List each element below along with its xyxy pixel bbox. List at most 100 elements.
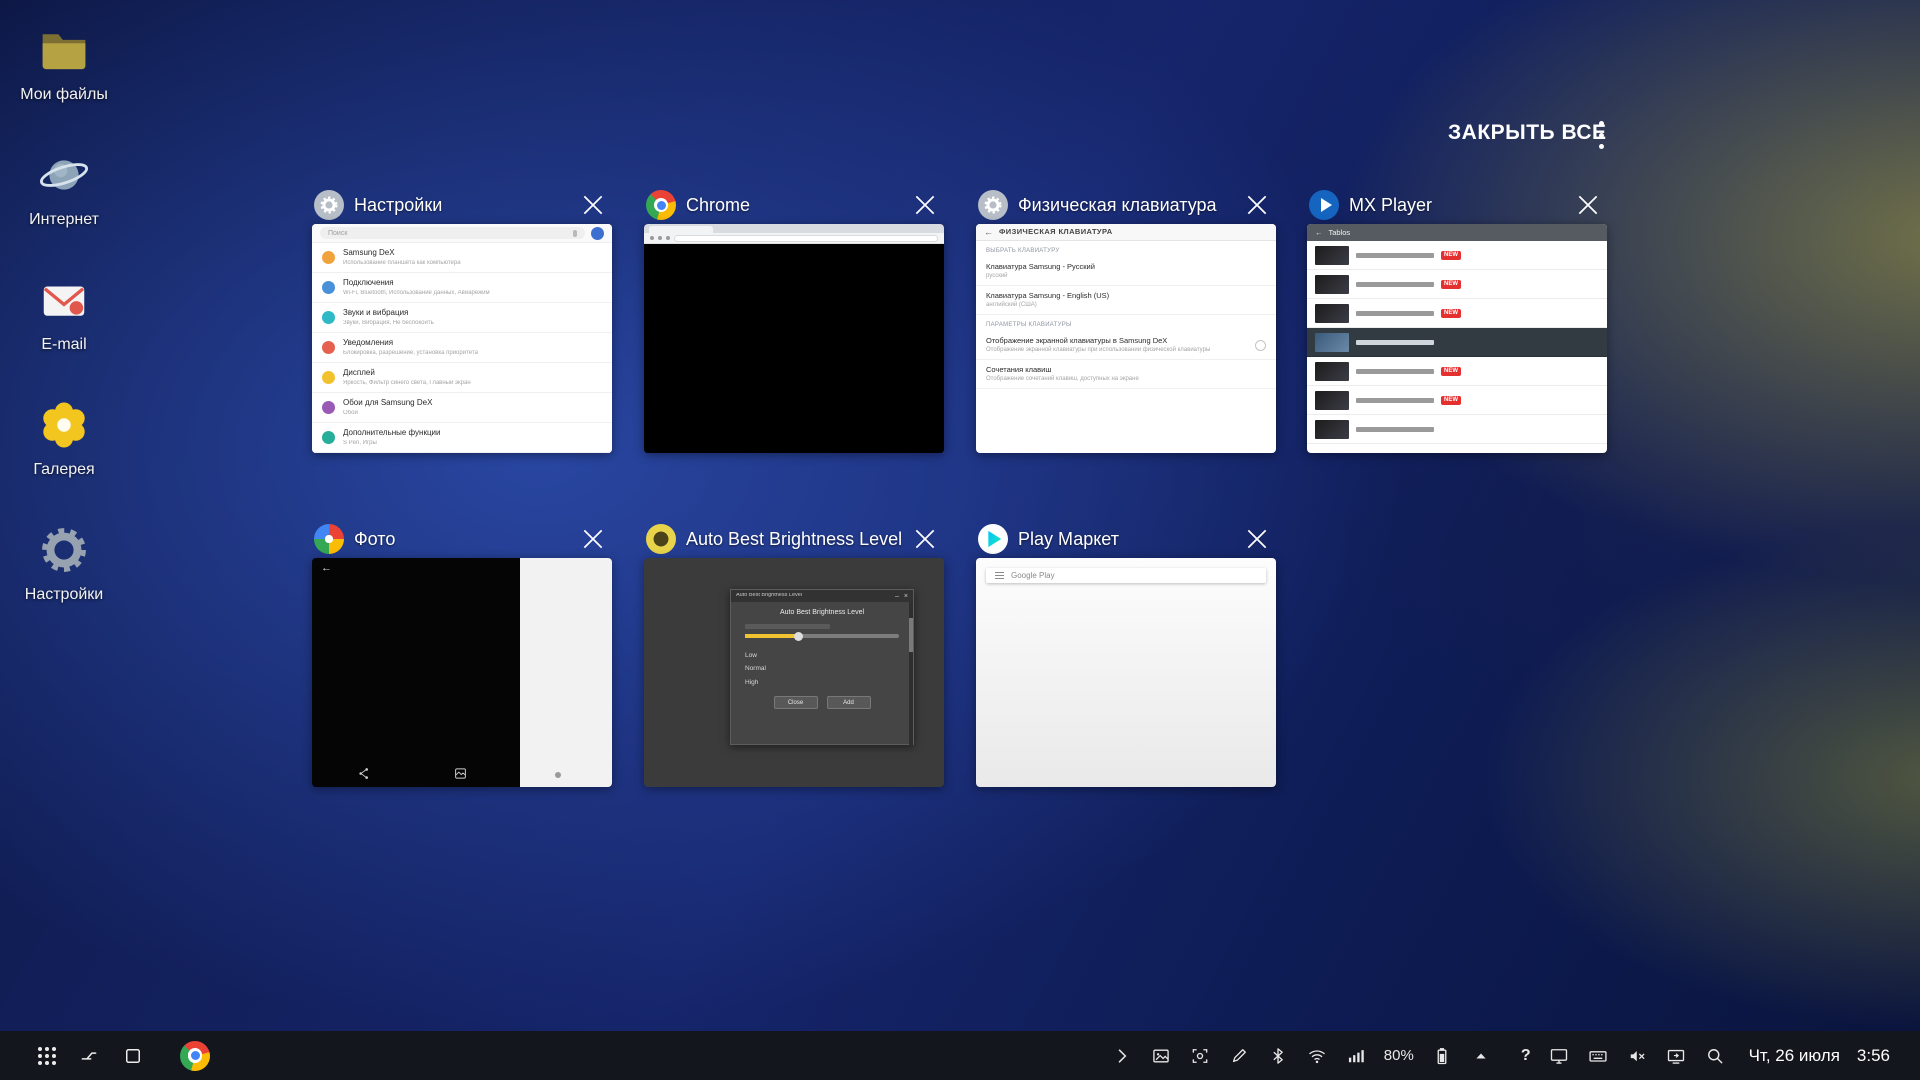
video-name-bar	[1356, 340, 1434, 345]
item-subtitle: Обои	[343, 410, 432, 417]
video-list-item: NEW	[1307, 357, 1607, 386]
dialog-title: Auto Best Brightness Level	[745, 609, 899, 617]
close-task-icon[interactable]	[580, 192, 606, 218]
close-button: Close	[774, 696, 818, 709]
video-list-item: NEW	[1307, 386, 1607, 415]
settings-task-thumbnail[interactable]: Поиск Samsung DeX Использование планшета…	[312, 224, 612, 453]
video-name-bar	[1356, 282, 1434, 287]
chrome-taskbar-icon[interactable]	[180, 1041, 210, 1071]
taskbar-date[interactable]: Чт, 26 июля	[1749, 1047, 1840, 1064]
dot	[1599, 144, 1604, 149]
add-button: Add	[827, 696, 871, 709]
item-subtitle: Wi-Fi, Bluetooth, Использование данных, …	[343, 290, 490, 297]
brightness-task-thumbnail[interactable]: Auto Best Brightness Level – × Auto Best…	[644, 558, 944, 787]
keyboard-task-thumbnail[interactable]: ← ФИЗИЧЕСКАЯ КЛАВИАТУРА ВЫБРАТЬ КЛАВИАТУ…	[976, 224, 1276, 453]
task-card-mx-player: MX Player ← Tablos NEW NEW NEW	[1307, 186, 1607, 453]
shortcut-label: E-mail	[41, 336, 86, 354]
pen-tool-icon[interactable]	[1228, 1045, 1250, 1067]
video-name-bar	[1356, 369, 1434, 374]
caret-up-icon[interactable]	[1470, 1045, 1492, 1067]
gallery-flower-icon	[36, 397, 92, 453]
close-task-icon[interactable]	[912, 526, 938, 552]
keyboard-icon[interactable]	[1587, 1045, 1609, 1067]
video-thumbnail	[1315, 275, 1349, 294]
volume-muted-icon[interactable]	[1626, 1045, 1648, 1067]
battery-percent: 80%	[1384, 1048, 1414, 1063]
task-card-title[interactable]: Play Маркет	[1018, 529, 1234, 550]
screenshot-image-icon[interactable]	[1150, 1045, 1172, 1067]
back-arrow-icon: ←	[984, 228, 993, 237]
photos-center	[325, 535, 332, 542]
recents-window-icon[interactable]	[122, 1045, 144, 1067]
task-card-title[interactable]: MX Player	[1349, 195, 1565, 216]
bluetooth-icon[interactable]	[1267, 1045, 1289, 1067]
monitor-icon[interactable]	[1548, 1045, 1570, 1067]
settings-list-item: Samsung DeX Использование планшета как к…	[312, 243, 612, 273]
close-task-icon[interactable]	[1575, 192, 1601, 218]
video-thumbnail	[1315, 304, 1349, 323]
shortcut-email[interactable]: E-mail	[16, 264, 112, 389]
keyboard-toggle-item: Отображение экранной клавиатуры в Samsun…	[976, 331, 1276, 360]
screen-capture-icon[interactable]	[1189, 1045, 1211, 1067]
item-subtitle: русский	[986, 273, 1266, 280]
close-task-icon[interactable]	[580, 526, 606, 552]
window-close-icon: ×	[904, 593, 908, 600]
search-placeholder: Поиск	[328, 230, 347, 237]
internet-globe-icon	[36, 147, 92, 203]
help-icon[interactable]: ?	[1521, 1048, 1531, 1064]
folder-header: ← Tablos	[1307, 224, 1607, 241]
level-option: Low	[745, 646, 899, 660]
task-card-title[interactable]: Chrome	[686, 195, 902, 216]
close-all-button[interactable]: ЗАКРЫТЬ ВСЕ	[1448, 121, 1607, 145]
shortcut-my-files[interactable]: Мои файлы	[16, 14, 112, 139]
mx-player-task-thumbnail[interactable]: ← Tablos NEW NEW NEW NEW	[1307, 224, 1607, 453]
shortcut-settings[interactable]: Настройки	[16, 514, 112, 639]
video-thumbnail	[1315, 391, 1349, 410]
task-card-title[interactable]: Auto Best Brightness Level	[686, 529, 902, 550]
item-title: Клавиатура Samsung - English (US)	[986, 291, 1266, 300]
search-icon[interactable]	[1704, 1045, 1726, 1067]
apps-grid-icon[interactable]	[38, 1047, 56, 1065]
play-market-task-thumbnail[interactable]: Google Play	[976, 558, 1276, 787]
shortcut-gallery[interactable]: Галерея	[16, 389, 112, 514]
browser-toolbar	[644, 233, 944, 244]
dialog-buttons: Close Add	[745, 696, 899, 709]
external-display-icon[interactable]	[1665, 1045, 1687, 1067]
settings-gear-icon	[36, 522, 92, 578]
item-subtitle: Блокировка, разрешение, установка приори…	[343, 350, 478, 357]
cellular-signal-icon[interactable]	[1345, 1045, 1367, 1067]
samsung-dex-icon	[322, 251, 335, 264]
item-subtitle: Яркость, Фильтр синего света, Главный эк…	[343, 380, 471, 387]
new-badge: NEW	[1441, 251, 1461, 260]
photo-task-thumbnail[interactable]: ←	[312, 558, 612, 787]
item-subtitle: Отображение экранной клавиатуры при испо…	[986, 347, 1247, 354]
taskbar-clock[interactable]: 3:56	[1857, 1047, 1890, 1064]
expand-tray-icon[interactable]	[1111, 1045, 1133, 1067]
level-option: High	[745, 674, 899, 688]
shortcut-label: Настройки	[25, 586, 103, 604]
chrome-task-thumbnail[interactable]	[644, 224, 944, 453]
task-card-header: Настройки	[312, 186, 612, 224]
close-task-icon[interactable]	[912, 192, 938, 218]
photo-side-panel	[520, 558, 612, 787]
item-title: Samsung DeX	[343, 248, 461, 258]
brightness-slider	[745, 634, 899, 638]
chrome-center	[657, 201, 666, 210]
more-options-icon[interactable]	[1592, 116, 1610, 154]
video-list-item-selected	[1307, 328, 1607, 357]
item-subtitle: S Pen, Игры	[343, 440, 440, 447]
task-card-title[interactable]: Физическая клавиатура	[1018, 195, 1234, 216]
video-name-bar	[1356, 311, 1434, 316]
task-card-title[interactable]: Настройки	[354, 195, 570, 216]
battery-icon[interactable]	[1431, 1045, 1453, 1067]
section-label: ВЫБРАТЬ КЛАВИАТУРУ	[976, 241, 1276, 257]
close-task-icon[interactable]	[1244, 192, 1270, 218]
close-task-icon[interactable]	[1244, 526, 1270, 552]
shortcut-internet[interactable]: Интернет	[16, 139, 112, 264]
tasks-icon[interactable]	[78, 1045, 100, 1067]
video-thumbnail	[1315, 333, 1349, 352]
task-card-title[interactable]: Фото	[354, 529, 570, 550]
wifi-icon[interactable]	[1306, 1045, 1328, 1067]
advanced-icon	[322, 431, 335, 444]
task-card-photo: Фото ←	[312, 520, 612, 787]
